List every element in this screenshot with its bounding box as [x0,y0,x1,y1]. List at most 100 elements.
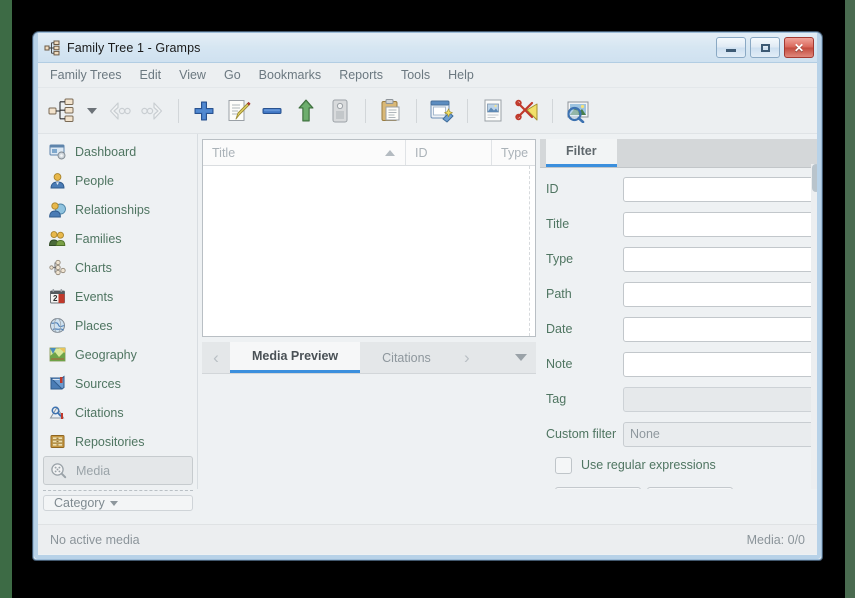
list-rows-area[interactable] [203,166,535,336]
sidebar-item-charts[interactable]: Charts [39,253,197,282]
menu-help[interactable]: Help [439,65,483,85]
edit-button[interactable] [221,94,255,128]
sidebar-item-label: Events [75,289,114,304]
image-button[interactable] [476,94,510,128]
family-trees-dropdown-arrow[interactable] [82,94,102,128]
menu-go[interactable]: Go [215,65,250,85]
sidebar-item-label: Repositories [75,434,145,449]
svg-text:2: 2 [53,294,58,303]
use-regex-checkbox[interactable] [555,456,572,474]
menu-tools[interactable]: Tools [392,65,439,85]
desktop-right-edge [845,0,855,598]
filter-row-note: Note [546,351,821,377]
filter-row-date: Date [546,316,821,342]
filter-row-id: ID [546,176,821,202]
filter-input-id[interactable] [623,176,821,202]
use-regex-label: Use regular expressions [581,458,716,473]
column-header-type[interactable]: Type [492,140,535,165]
window-body: Dashboard People Relationships Families … [34,134,821,511]
chevron-right-icon[interactable]: › [453,342,481,373]
bottombar-tabs: ‹ Media Preview Citations › [202,342,536,374]
minimize-button[interactable] [716,37,746,58]
sidebar-item-dashboard[interactable]: Dashboard [39,137,197,166]
sidebar-item-media[interactable]: Media [43,456,193,485]
sidebar-item-label: People [75,173,114,188]
column-header-label: Title [212,145,236,160]
filter-scroll-thumb[interactable] [812,164,820,192]
tab-media-preview[interactable]: Media Preview [230,342,361,373]
clipboard-button[interactable] [374,94,408,128]
list-vertical-scrollbar[interactable] [529,166,535,336]
title-bar[interactable]: Family Tree 1 - Gramps ✕ [34,33,821,63]
menu-bar: Family Trees Edit View Go Bookmarks Repo… [34,63,821,88]
filter-regex-row: Use regular expressions [555,456,821,474]
chevron-left-icon[interactable]: ‹ [202,342,230,373]
column-header-id[interactable]: ID [406,140,492,165]
filter-row-custom-filter: Custom filter None [546,421,821,447]
filter-button-row: Find Reset [555,486,821,489]
sidebar-item-repositories[interactable]: Repositories [39,427,197,456]
filter-row-tag: Tag [546,386,821,412]
column-header-title[interactable]: Title [203,140,406,165]
reset-button[interactable]: Reset [647,486,733,489]
filter-label-note: Note [546,357,573,372]
chevron-down-icon [109,500,118,506]
remove-button[interactable] [255,94,289,128]
forward-button[interactable] [136,94,170,128]
status-left-text: No active media [50,532,140,547]
filter-select-custom-filter[interactable]: None [623,421,821,447]
tag-button[interactable] [323,94,357,128]
toolbar-separator-1 [178,98,179,123]
menu-bookmarks[interactable]: Bookmarks [250,65,331,85]
maximize-icon [760,43,770,52]
menu-view[interactable]: View [170,65,215,85]
close-button[interactable]: ✕ [784,37,814,58]
sidebar-item-relationships[interactable]: Relationships [39,195,197,224]
filter-vertical-scrollbar[interactable] [811,164,821,489]
menu-family-trees[interactable]: Family Trees [41,65,131,85]
sidebar-item-events[interactable]: 2 Events [39,282,197,311]
sidebar-item-label: Citations [75,405,124,420]
filter-input-date[interactable] [623,316,821,342]
configure-view-button[interactable] [425,94,459,128]
filter-row-path: Path [546,281,821,307]
scissors-button[interactable] [510,94,544,128]
sidebar-item-geography[interactable]: Geography [39,340,197,369]
sidebar-item-label: Places [75,318,113,333]
filter-label-id: ID [546,182,559,197]
sidebar-item-label: Media [76,463,111,478]
sidebar-item-people[interactable]: People [39,166,197,195]
dropdown-arrow-icon [87,107,97,114]
filter-input-type[interactable] [623,246,821,272]
sidebar-item-families[interactable]: Families [39,224,197,253]
menu-edit[interactable]: Edit [131,65,171,85]
merge-button[interactable] [289,94,323,128]
tab-overflow-menu[interactable] [506,342,536,373]
filter-input-path[interactable] [623,281,821,307]
media-list-view[interactable]: Title ID Type [202,139,536,337]
toolbar-separator-2 [365,98,366,123]
tab-citations[interactable]: Citations [360,342,453,373]
add-button[interactable] [187,94,221,128]
category-selector[interactable]: Category [43,495,193,511]
back-button[interactable] [102,94,136,128]
maximize-button[interactable] [750,37,780,58]
find-button[interactable]: Find [555,486,641,489]
sidebar-item-citations[interactable]: Citations [39,398,197,427]
menu-reports[interactable]: Reports [330,65,392,85]
events-icon: 2 [49,288,66,305]
filter-row-type: Type [546,246,821,272]
filter-input-title[interactable] [623,211,821,237]
sidebar-item-places[interactable]: Places [39,311,197,340]
filter-input-note[interactable] [623,351,821,377]
filter-label-tag: Tag [546,392,567,407]
family-trees-icon[interactable] [42,94,82,128]
sidebar-item-sources[interactable]: Sources [39,369,197,398]
filter-select-tag[interactable] [623,386,821,412]
sidebar-item-label: Families [75,231,122,246]
filter-form: ID Title Type Path Date Note Tag Custom … [540,167,821,489]
family-tree-icon [44,40,60,56]
toolbar-separator-4 [467,98,468,123]
tab-filter[interactable]: Filter [546,139,617,167]
preview-media-button[interactable] [561,94,595,128]
